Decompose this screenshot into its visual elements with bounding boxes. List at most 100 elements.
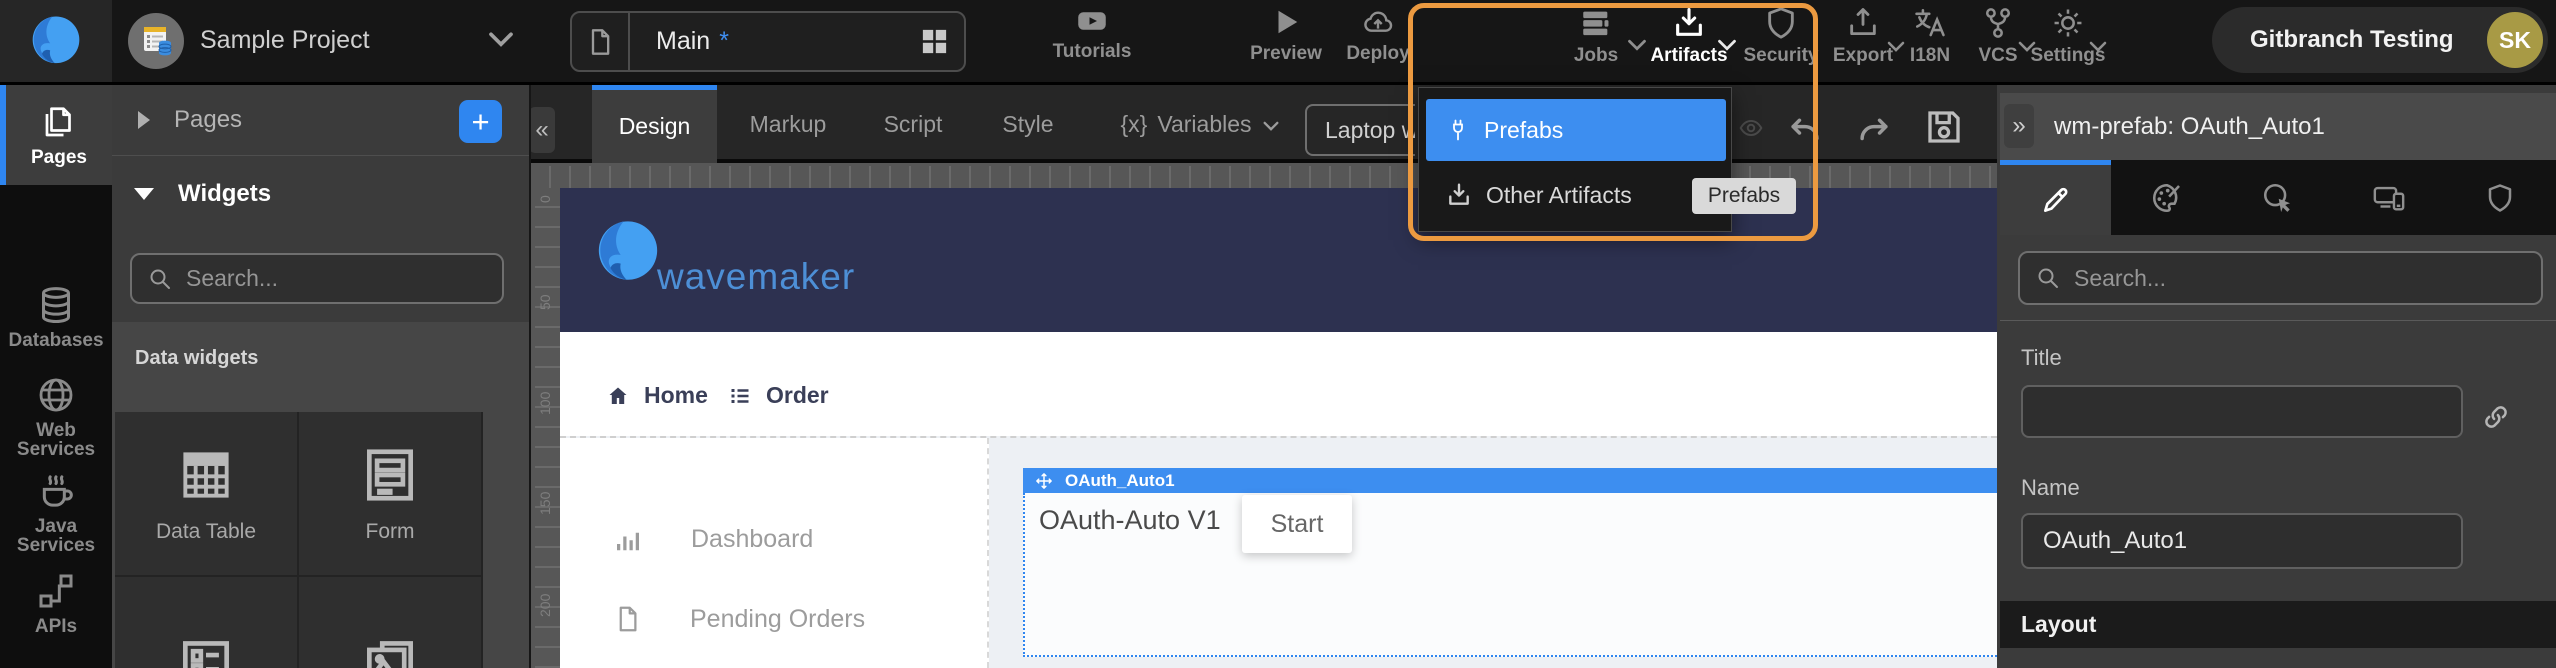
nav-item-order[interactable]: Order — [728, 382, 829, 409]
page-tab-main[interactable]: Main * — [570, 11, 966, 72]
pages-icon — [41, 104, 77, 142]
menu-item-prefabs[interactable]: Prefabs — [1426, 99, 1726, 161]
undo-icon[interactable] — [1784, 110, 1826, 148]
widget-tile-card[interactable] — [299, 577, 481, 668]
card-icon — [359, 637, 421, 668]
tab-variables[interactable]: {x} Variables — [1100, 85, 1300, 163]
wavemaker-wave-icon — [593, 204, 663, 300]
project-avatar[interactable] — [128, 13, 184, 69]
move-icon[interactable] — [1035, 472, 1053, 490]
order-list-icon — [728, 384, 752, 408]
user-branch-pill[interactable]: Gitbranch Testing SK — [2212, 7, 2548, 73]
tab-events[interactable] — [2222, 160, 2333, 235]
rail-item-pages[interactable]: Pages — [0, 85, 112, 185]
caret-down-icon[interactable] — [134, 188, 154, 200]
expand-panel-button[interactable]: » — [2004, 104, 2034, 148]
save-icon[interactable] — [1923, 106, 1965, 148]
export-tray-icon — [1846, 6, 1880, 40]
tab-markup[interactable]: Markup — [743, 85, 833, 163]
page-layout-grid-icon[interactable] — [919, 26, 950, 57]
security-button[interactable]: Security — [1738, 6, 1824, 67]
tab-properties[interactable] — [2000, 160, 2111, 235]
tab-security[interactable] — [2445, 160, 2556, 235]
selected-prefab-widget[interactable]: OAuth_Auto1 OAuth-Auto V1 Start — [1023, 468, 1997, 657]
artifacts-dropdown-menu: Prefabs Other Artifacts — [1418, 87, 1732, 232]
widget-search-input[interactable]: Search... — [130, 253, 504, 304]
widget-tile-list[interactable] — [115, 577, 297, 668]
start-button[interactable]: Start — [1242, 495, 1352, 553]
caret-right-icon[interactable] — [138, 111, 150, 129]
jobs-button[interactable]: Jobs — [1553, 6, 1639, 67]
translate-icon — [1912, 6, 1948, 40]
wavemaker-logo[interactable] — [0, 0, 112, 82]
rail-item-apis[interactable]: APIs — [0, 571, 112, 636]
cloud-upload-icon — [1357, 6, 1399, 38]
collapse-panel-button[interactable]: « — [531, 107, 555, 153]
wavemaker-studio: Sample Project Main * Tutorials Preview … — [0, 0, 2556, 668]
widget-tile-form[interactable]: Form — [299, 412, 481, 575]
play-icon — [1271, 6, 1301, 38]
project-chevron-down-icon[interactable] — [486, 30, 516, 50]
database-icon — [36, 285, 76, 325]
download-tray-icon — [1446, 182, 1472, 208]
ruler-number: 200 — [537, 594, 553, 617]
tab-design[interactable]: Design — [592, 85, 717, 163]
layout-section-header[interactable]: Layout — [2000, 601, 2556, 648]
server-icon — [1578, 6, 1614, 40]
properties-search-input[interactable]: Search... — [2018, 251, 2543, 305]
cursor-click-icon — [2261, 181, 2295, 215]
widget-selection-label: OAuth_Auto1 — [1065, 471, 1175, 491]
widgets-section-header[interactable]: Widgets — [112, 157, 529, 230]
tab-devices[interactable] — [2334, 160, 2445, 235]
settings-button[interactable]: Settings — [2032, 6, 2104, 67]
git-branch-icon — [1981, 6, 2015, 40]
title-field[interactable] — [2021, 385, 2463, 438]
menu-item-other-artifacts[interactable]: Other Artifacts — [1426, 172, 1726, 218]
artifacts-chevron-down-icon[interactable] — [1716, 38, 1738, 53]
tutorials-button[interactable]: Tutorials — [1042, 6, 1142, 63]
preview-button[interactable]: Preview — [1236, 6, 1336, 65]
eye-icon[interactable] — [1738, 115, 1764, 141]
devices-icon — [2371, 181, 2407, 215]
dashboard-bars-icon — [612, 524, 642, 554]
artifacts-button[interactable]: Artifacts — [1645, 6, 1733, 67]
top-toolbar: Sample Project Main * Tutorials Preview … — [0, 0, 2556, 85]
name-field-label: Name — [2021, 475, 2080, 501]
tab-script[interactable]: Script — [873, 85, 953, 163]
left-rail: Pages Databases Web Services Java Servic… — [0, 85, 112, 668]
ruler-number: 150 — [537, 492, 553, 515]
device-selector[interactable]: Laptop wi — [1305, 104, 1415, 156]
globe-icon — [36, 375, 76, 415]
menu-item-pending-orders[interactable]: Pending Orders — [614, 604, 865, 634]
download-tray-icon — [1671, 6, 1707, 40]
deploy-button[interactable]: Deploy — [1328, 6, 1428, 65]
rail-item-databases[interactable]: Databases — [0, 285, 112, 350]
add-page-button[interactable]: + — [459, 100, 502, 143]
vcs-button[interactable]: VCS — [1966, 6, 2030, 67]
search-icon — [148, 267, 172, 291]
nav-item-home[interactable]: Home — [606, 382, 708, 409]
youtube-icon — [1071, 6, 1113, 36]
canvas-tab-bar: Design Markup Script Style {x} Variables… — [531, 85, 1997, 163]
widget-selection-bar[interactable]: OAuth_Auto1 — [1023, 468, 1997, 493]
settings-chevron-down-icon[interactable] — [2088, 40, 2108, 54]
export-button[interactable]: Export — [1828, 6, 1898, 67]
rendered-page: wavemaker Home Order Dashboard — [560, 188, 1997, 668]
rail-item-java-services[interactable]: Java Services — [0, 471, 112, 555]
pencil-icon — [2040, 184, 2072, 216]
project-name[interactable]: Sample Project — [200, 26, 370, 55]
tab-style[interactable]: Style — [993, 85, 1063, 163]
avatar[interactable]: SK — [2487, 12, 2543, 68]
page-content: Dashboard Pending Orders OAuth_Auto1 OAu… — [560, 436, 1997, 668]
design-canvas-area: Design Markup Script Style {x} Variables… — [531, 85, 1997, 668]
rail-item-web-services[interactable]: Web Services — [0, 375, 112, 459]
tab-styles[interactable] — [2111, 160, 2222, 235]
widget-tile-data-table[interactable]: Data Table — [115, 412, 297, 575]
bind-link-icon[interactable] — [2481, 402, 2511, 432]
menu-item-dashboard[interactable]: Dashboard — [612, 524, 813, 554]
shield-icon — [2485, 182, 2515, 214]
name-field[interactable] — [2021, 513, 2463, 569]
redo-icon[interactable] — [1853, 110, 1895, 148]
i18n-button[interactable]: I18N — [1898, 6, 1962, 67]
list-icon — [175, 637, 237, 668]
